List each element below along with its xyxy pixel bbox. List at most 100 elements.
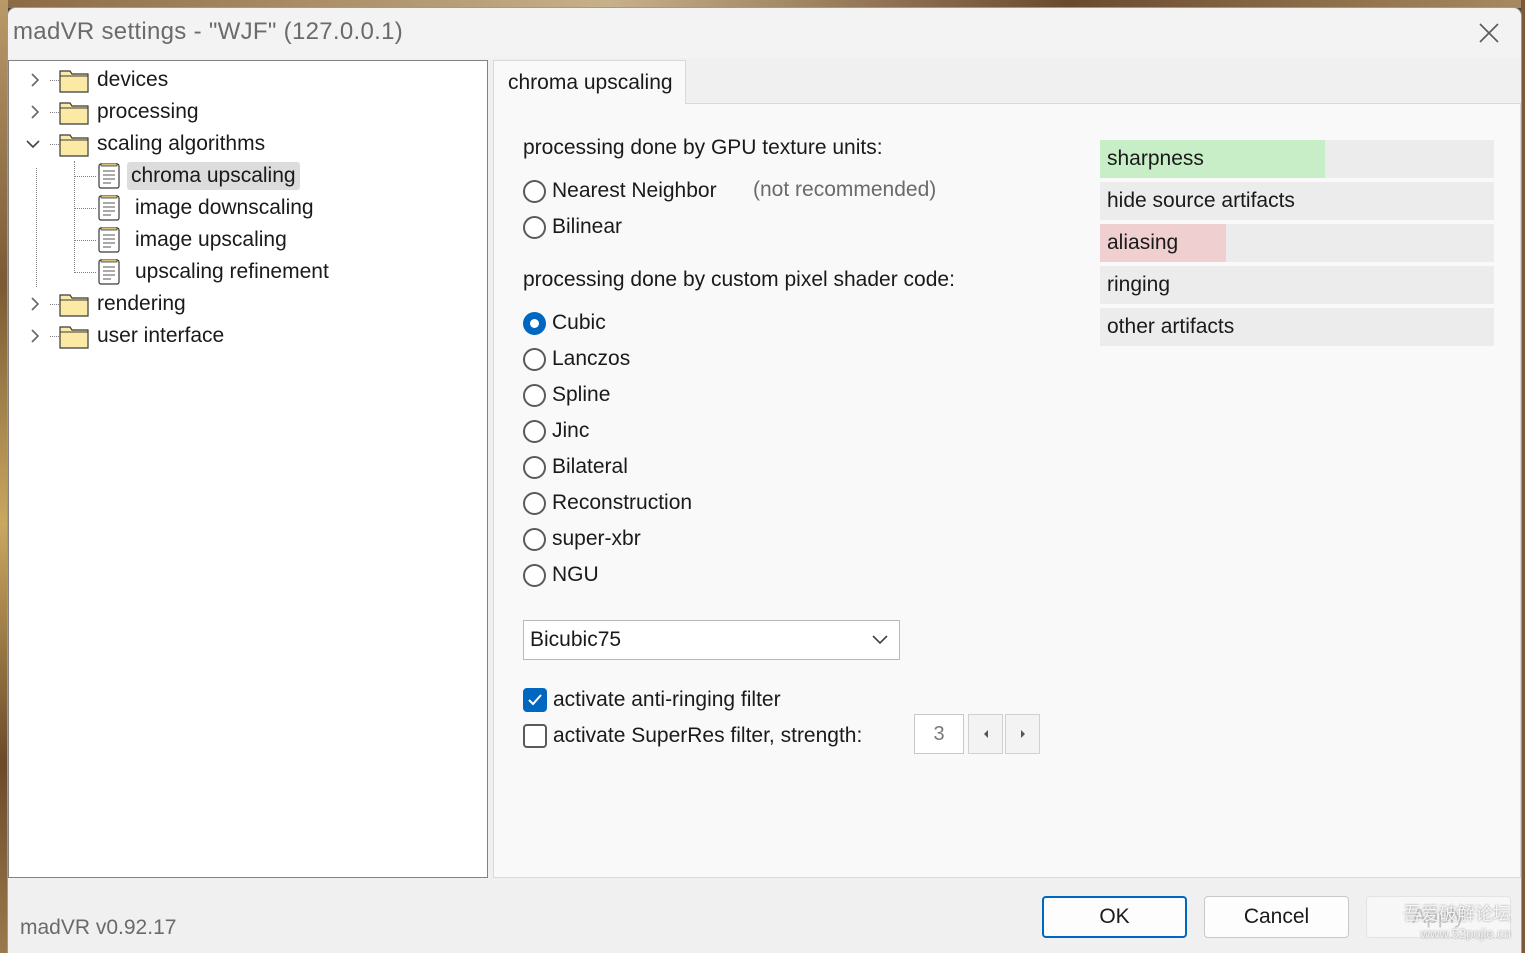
folder-icon <box>59 102 89 125</box>
watermark: 吾爱破解论坛 www.52pojie.cn <box>1403 904 1511 944</box>
tree-item-user-interface[interactable]: user interface <box>9 320 487 352</box>
tab-chroma-upscaling[interactable]: chroma upscaling <box>493 60 686 104</box>
ok-button[interactable]: OK <box>1042 896 1187 938</box>
chevron-right-icon[interactable] <box>25 102 45 122</box>
hide-source-artifacts-meter: hide source artifacts <box>1100 182 1494 220</box>
close-button[interactable] <box>1457 8 1521 58</box>
dropdown-value: Bicubic75 <box>530 628 622 651</box>
radio-cubic[interactable]: Cubic <box>523 308 606 338</box>
tree-item-upscaling-refinement[interactable]: upscaling refinement <box>9 256 487 288</box>
radio-super-xbr[interactable]: super-xbr <box>523 524 641 554</box>
radio-ngu[interactable]: NGU <box>523 560 599 590</box>
folder-icon <box>59 294 89 317</box>
quality-meter-label: aliasing <box>1107 231 1179 254</box>
radio-button[interactable] <box>523 455 546 479</box>
radio-reconstruction[interactable]: Reconstruction <box>523 488 692 518</box>
document-icon <box>98 227 120 253</box>
radio-label: Spline <box>552 383 611 406</box>
tree-item-rendering[interactable]: rendering <box>9 288 487 320</box>
anti-ringing-checkbox[interactable] <box>523 688 547 712</box>
radio-label: Jinc <box>552 419 590 442</box>
aliasing-meter: aliasing <box>1100 224 1494 262</box>
radio-label: Nearest Neighbor <box>552 179 717 202</box>
desktop-background-left <box>0 0 8 953</box>
desktop-background <box>0 0 1525 8</box>
radio-button[interactable] <box>523 347 546 371</box>
radio-lanczos[interactable]: Lanczos <box>523 344 630 374</box>
desktop-background-right <box>1521 0 1525 953</box>
watermark-line2: www.52pojie.cn <box>1420 926 1511 941</box>
version-label: madVR v0.92.17 <box>20 916 177 939</box>
folder-icon <box>59 134 89 157</box>
tree-item-image-upscaling[interactable]: image upscaling <box>9 224 487 256</box>
radio-label: Lanczos <box>552 347 631 370</box>
radio-button[interactable] <box>523 563 546 587</box>
radio-label: super-xbr <box>552 527 641 550</box>
superres-checkbox-row[interactable]: activate SuperRes filter, strength: <box>523 721 862 751</box>
checkbox-label: activate anti-ringing filter <box>553 688 781 711</box>
tree-item-scaling-algorithms[interactable]: scaling algorithms <box>9 128 487 160</box>
folder-icon <box>59 70 89 93</box>
close-icon <box>1479 23 1499 43</box>
strength-increase-button[interactable] <box>1005 714 1040 754</box>
tree-item-label: devices <box>97 68 169 91</box>
radio-label: Cubic <box>552 311 606 334</box>
radio-button-selected[interactable] <box>523 311 546 335</box>
radio-label: Bilateral <box>552 455 628 478</box>
quality-meter-label: ringing <box>1107 273 1171 296</box>
tree-item-label: image upscaling <box>135 228 287 251</box>
anti-ringing-checkbox-row[interactable]: activate anti-ringing filter <box>523 685 781 715</box>
folder-icon <box>59 326 89 349</box>
tree-item-processing[interactable]: processing <box>9 96 487 128</box>
radio-label: NGU <box>552 563 599 586</box>
radio-bilinear[interactable]: Bilinear <box>523 212 622 242</box>
superres-checkbox[interactable] <box>523 724 547 748</box>
radio-jinc[interactable]: Jinc <box>523 416 589 446</box>
chevron-right-icon[interactable] <box>25 294 45 314</box>
radio-button[interactable] <box>523 179 546 203</box>
other-artifacts-meter: other artifacts <box>1100 308 1494 346</box>
settings-tree[interactable]: devices processing scaling algorithms ch… <box>8 60 488 878</box>
radio-button[interactable] <box>523 383 546 407</box>
radio-bilateral[interactable]: Bilateral <box>523 452 628 482</box>
checkbox-label: activate SuperRes filter, strength: <box>553 724 863 747</box>
triangle-right-icon <box>1020 730 1025 738</box>
settings-window: madVR settings - "WJF" (127.0.0.1) devic… <box>8 8 1521 953</box>
checkmark-icon <box>528 694 542 706</box>
tree-item-chroma-upscaling[interactable]: chroma upscaling <box>9 160 487 192</box>
superres-strength-input[interactable]: 3 <box>914 714 964 754</box>
radio-button[interactable] <box>523 215 546 239</box>
quality-meter-label: other artifacts <box>1107 315 1235 338</box>
chevron-down-icon[interactable] <box>23 134 43 154</box>
strength-decrease-button[interactable] <box>968 714 1003 754</box>
document-icon <box>98 259 120 285</box>
tree-item-label: image downscaling <box>135 196 314 219</box>
tab-label: chroma upscaling <box>508 70 673 94</box>
not-recommended-hint: (not recommended) <box>753 178 937 201</box>
triangle-left-icon <box>983 730 988 738</box>
radio-spline[interactable]: Spline <box>523 380 610 410</box>
radio-button[interactable] <box>523 527 546 551</box>
tree-item-image-downscaling[interactable]: image downscaling <box>9 192 487 224</box>
tree-item-label: rendering <box>97 292 186 315</box>
radio-button[interactable] <box>523 491 546 515</box>
watermark-line1: 吾爱破解论坛 <box>1403 904 1511 924</box>
chevron-right-icon[interactable] <box>25 326 45 346</box>
radio-nearest-neighbor[interactable]: Nearest Neighbor <box>523 176 717 206</box>
tree-item-label: user interface <box>97 324 225 347</box>
cancel-button[interactable]: Cancel <box>1204 896 1349 938</box>
chevron-right-icon[interactable] <box>25 70 45 90</box>
ringing-meter: ringing <box>1100 266 1494 304</box>
tree-item-label: upscaling refinement <box>135 260 329 283</box>
tree-item-label: processing <box>97 100 199 123</box>
filter-variant-dropdown[interactable]: Bicubic75 <box>523 620 900 660</box>
radio-button[interactable] <box>523 419 546 443</box>
sharpness-meter: sharpness <box>1100 140 1494 178</box>
title-bar[interactable]: madVR settings - "WJF" (127.0.0.1) <box>8 8 1521 58</box>
shader-section-label: processing done by custom pixel shader c… <box>523 268 955 291</box>
quality-meter-label: hide source artifacts <box>1107 189 1295 212</box>
quality-meter-label: sharpness <box>1107 147 1204 170</box>
tree-item-devices[interactable]: devices <box>9 64 487 96</box>
radio-label: Reconstruction <box>552 491 693 514</box>
tree-item-label: chroma upscaling <box>127 162 300 190</box>
